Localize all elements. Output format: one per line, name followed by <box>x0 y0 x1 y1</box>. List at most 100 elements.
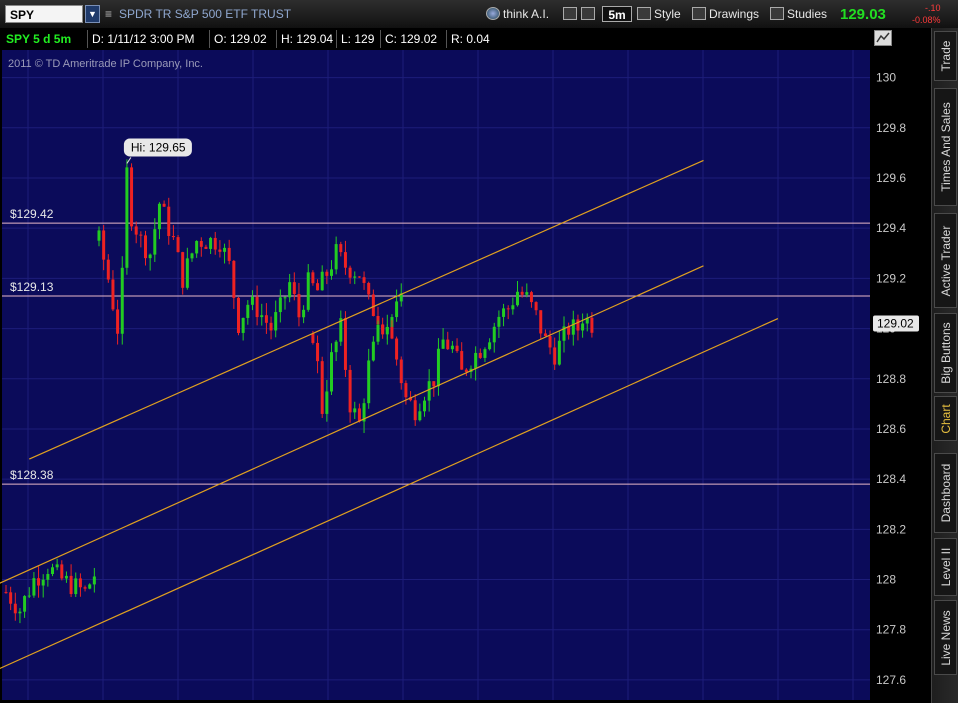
candle-down <box>255 296 259 318</box>
candle-down <box>102 230 106 260</box>
symbol-period: SPY 5 d 5m <box>2 30 88 48</box>
level-label: $129.42 <box>10 207 54 221</box>
candle-up <box>288 282 292 298</box>
tab-dashboard[interactable]: Dashboard <box>934 453 957 533</box>
range-value: R: 0.04 <box>451 32 490 46</box>
candle-down <box>69 575 73 595</box>
candle-up <box>353 276 357 278</box>
candle-down <box>548 336 552 348</box>
candle-up <box>516 291 519 306</box>
y-tick-label: 128.4 <box>876 472 906 486</box>
candle-up <box>441 339 445 349</box>
candle-down <box>520 291 524 295</box>
candle-down <box>9 592 13 604</box>
candle-up <box>246 304 250 318</box>
candle-down <box>292 282 296 295</box>
tab-level-ii[interactable]: Level II <box>934 538 957 596</box>
candle-up <box>450 345 454 350</box>
candle-down <box>413 400 417 421</box>
candle-down <box>232 260 236 298</box>
candle-down <box>199 240 203 247</box>
candle-up <box>302 309 306 318</box>
candle-down <box>320 361 324 414</box>
candle-up <box>250 296 254 305</box>
close-value: C: 129.02 <box>381 30 447 48</box>
candle-up <box>157 203 161 230</box>
tab-label: Chart <box>938 403 953 434</box>
candle-down <box>343 252 347 268</box>
candle-down <box>167 206 171 236</box>
tab-trade[interactable]: Trade <box>934 31 957 81</box>
price-chart[interactable]: $129.42 $129.13 $128.38 127.6 127.8 128 128.2… <box>0 0 931 703</box>
candle-up <box>120 267 124 334</box>
candle-down <box>590 317 594 333</box>
candle-up <box>32 578 36 596</box>
candle-down <box>213 237 217 250</box>
candle-down <box>446 339 450 350</box>
candle-down <box>116 309 120 334</box>
candle-up <box>223 247 227 252</box>
tab-big-buttons[interactable]: Big Buttons <box>934 313 957 393</box>
tab-live-news[interactable]: Live News <box>934 600 957 675</box>
y-tick-label: 129.6 <box>876 171 906 185</box>
candle-up <box>195 240 199 254</box>
candle-up <box>41 579 45 586</box>
candle-up <box>492 326 496 343</box>
candle-down <box>539 310 543 334</box>
candle-up <box>581 323 585 331</box>
sidebar: Trade Times And Sales Active Trader Big … <box>931 28 958 703</box>
candle-up <box>571 319 575 335</box>
candle-down <box>218 249 222 252</box>
bar-date: D: 1/11/12 3:00 PM <box>88 30 210 48</box>
candle-down <box>269 322 273 331</box>
tab-chart[interactable]: Chart <box>934 396 957 441</box>
high-value: H: 129.04 <box>277 30 337 48</box>
y-tick-label: 128.2 <box>876 522 906 536</box>
candle-up <box>55 564 59 568</box>
tab-label: Level II <box>938 547 953 587</box>
y-tick-label: 129.4 <box>876 221 906 235</box>
candle-up <box>51 567 54 575</box>
candle-down <box>325 271 329 276</box>
candle-down <box>264 315 268 323</box>
candle-down <box>381 324 385 335</box>
candle-up <box>488 342 492 350</box>
candle-up <box>46 574 50 580</box>
candle-down <box>297 294 301 318</box>
current-price-label: 129.02 <box>877 317 914 331</box>
candle-up <box>278 297 282 313</box>
y-tick-label: 128 <box>876 573 896 587</box>
y-tick-label: 129.2 <box>876 271 906 285</box>
candle-up <box>427 381 431 401</box>
expand-icon[interactable] <box>874 30 892 46</box>
candle-down <box>171 235 175 238</box>
candle-up <box>557 340 561 365</box>
candle-down <box>130 167 134 227</box>
candle-down <box>343 318 347 370</box>
candle-up <box>64 575 68 579</box>
candle-up <box>511 305 515 310</box>
candle-down <box>371 294 375 317</box>
tab-active-trader[interactable]: Active Trader <box>934 213 957 308</box>
candle-up <box>320 271 324 291</box>
candle-up <box>371 341 375 361</box>
candle-up <box>153 229 157 255</box>
level-label: $129.13 <box>10 280 54 294</box>
candle-down <box>553 347 557 365</box>
y-tick-label: 128.8 <box>876 372 906 386</box>
candle-down <box>432 381 436 387</box>
candle-up <box>367 360 371 404</box>
candle-up <box>353 408 357 413</box>
candle-up <box>423 400 426 412</box>
candle-up <box>474 352 478 369</box>
candle-down <box>111 279 115 310</box>
candle-down <box>357 276 361 278</box>
candle-down <box>339 244 343 253</box>
candle-up <box>330 269 333 276</box>
tab-label: Times And Sales <box>938 102 953 192</box>
candle-up <box>125 167 129 268</box>
y-tick-label: 130 <box>876 71 896 85</box>
candle-down <box>316 283 320 291</box>
candle-up <box>241 317 245 333</box>
tab-times-and-sales[interactable]: Times And Sales <box>934 88 957 206</box>
